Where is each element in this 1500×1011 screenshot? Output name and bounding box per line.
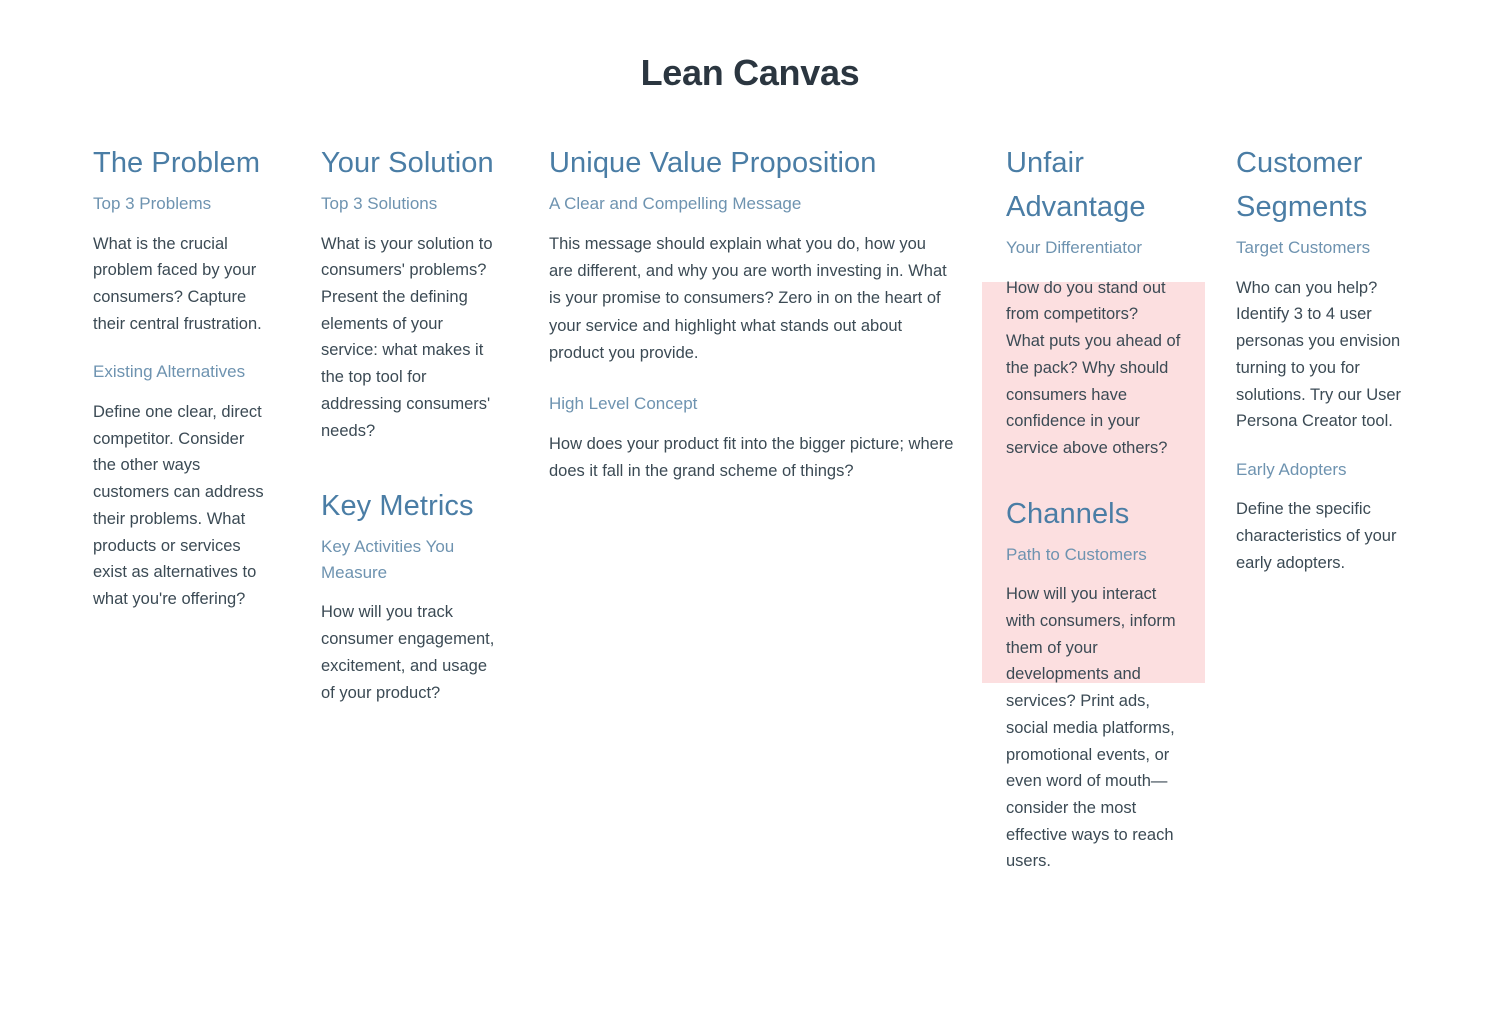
problem-body: What is the crucial problem faced by you… [93,234,262,333]
key-metrics-section: Key Metrics Key Activities You Measure H… [321,484,499,706]
key-metrics-subheading: Key Activities You Measure [321,537,455,582]
channels-section: Channels Path to Customers How will you … [982,492,1205,875]
solution-heading: Your Solution [321,147,494,179]
high-level-concept-section: High Level Concept How does your product… [549,391,954,485]
unfair-advantage-heading: Unfair Advantage [1006,147,1146,224]
early-adopters-section: Early Adopters Define the specific chara… [1236,457,1414,577]
block-the-problem: The Problem Top 3 Problems What is the c… [93,141,271,613]
existing-alternatives-body: Define one clear, direct competitor. Con… [93,402,264,608]
customer-segments-body: Who can you help? Identify 3 to 4 user p… [1236,278,1402,431]
page-title: Lean Canvas [640,52,860,93]
customer-segments-section: Customer Segments Target Customers Who c… [1236,141,1414,435]
customer-segments-heading: Customer Segments [1236,147,1368,224]
solution-subheading: Top 3 Solutions [321,194,438,214]
key-metrics-body: How will you track consumer engagement, … [321,603,495,702]
block-unique-value-proposition: Unique Value Proposition A Clear and Com… [549,141,954,486]
key-metrics-heading: Key Metrics [321,490,474,523]
existing-alternatives-section: Existing Alternatives Define one clear, … [93,359,271,612]
unfair-advantage-body: How do you stand out from competitors? W… [1006,278,1181,457]
solution-section: Your Solution Top 3 Solutions What is yo… [321,141,499,444]
channels-heading: Channels [1006,497,1130,530]
high-level-concept-body: How does your product fit into the bigge… [549,434,954,481]
unfair-advantage-subheading: Your Differentiator [1006,238,1143,258]
channels-body: How will you interact with consumers, in… [1006,585,1176,871]
existing-alternatives-subheading: Existing Alternatives [93,362,246,382]
block-customer-segments: Customer Segments Target Customers Who c… [1236,141,1414,577]
solution-body: What is your solution to consumers' prob… [321,234,493,440]
early-adopters-subheading: Early Adopters [1236,459,1347,479]
uvp-body: This message should explain what you do,… [549,234,947,363]
unfair-advantage-section: Unfair Advantage Your Differentiator How… [982,141,1205,462]
channels-subheading: Path to Customers [1006,544,1147,564]
uvp-subheading: A Clear and Compelling Message [549,194,802,214]
problem-heading: The Problem [93,147,261,179]
customer-segments-subheading: Target Customers [1236,238,1371,258]
block-your-solution: Your Solution Top 3 Solutions What is yo… [321,141,499,706]
lean-canvas-board: The Problem Top 3 Problems What is the c… [0,141,1500,1011]
block-unfair-advantage: Unfair Advantage Your Differentiator How… [982,141,1205,875]
early-adopters-body: Define the specific characteristics of y… [1236,500,1397,572]
uvp-section: Unique Value Proposition A Clear and Com… [549,141,954,367]
problem-section: The Problem Top 3 Problems What is the c… [93,141,271,337]
problem-subheading: Top 3 Problems [93,194,212,214]
high-level-concept-subheading: High Level Concept [549,394,698,414]
uvp-heading: Unique Value Proposition [549,147,877,179]
